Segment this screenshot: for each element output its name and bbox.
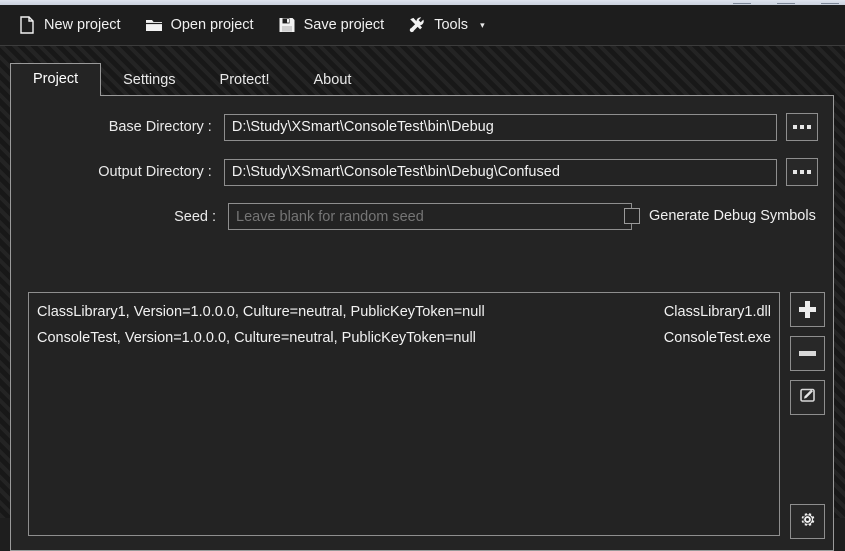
generate-debug-symbols-label: Generate Debug Symbols — [649, 208, 816, 224]
new-file-icon — [18, 16, 36, 34]
assembly-list[interactable]: ClassLibrary1, Version=1.0.0.0, Culture=… — [28, 292, 780, 536]
output-directory-input[interactable] — [223, 158, 777, 186]
open-project-label: Open project — [170, 17, 254, 33]
base-directory-row: Base Directory : — [28, 113, 818, 141]
new-project-label: New project — [44, 17, 121, 33]
open-folder-icon — [145, 16, 163, 34]
assembly-list-actions — [790, 292, 825, 424]
assembly-file: ConsoleTest.exe — [663, 330, 771, 346]
tab-project-label: Project — [33, 71, 79, 87]
output-directory-row: Output Directory : — [28, 158, 818, 186]
save-project-label: Save project — [303, 17, 385, 33]
tab-bar: Project Settings Protect! About — [10, 63, 373, 96]
edit-pencil-icon — [799, 386, 817, 409]
remove-assembly-button[interactable] — [790, 336, 825, 371]
tab-settings[interactable]: Settings — [101, 65, 197, 96]
assembly-settings-button[interactable] — [790, 504, 825, 539]
generate-debug-symbols-row[interactable]: Generate Debug Symbols — [624, 208, 816, 224]
main-toolbar: New project Open project Save project To… — [0, 5, 845, 46]
table-row[interactable]: ConsoleTest, Version=1.0.0.0, Culture=ne… — [29, 325, 779, 351]
assembly-name: ClassLibrary1, Version=1.0.0.0, Culture=… — [37, 304, 485, 320]
tab-protect-label: Protect! — [219, 72, 270, 88]
output-directory-label: Output Directory : — [98, 164, 212, 180]
tab-about-label: About — [313, 72, 352, 88]
tab-project[interactable]: Project — [10, 63, 102, 96]
new-project-button[interactable]: New project — [8, 10, 131, 40]
seed-row: Seed : — [28, 203, 632, 230]
tab-about[interactable]: About — [292, 65, 374, 96]
application-window: New project Open project Save project To… — [0, 0, 845, 551]
output-directory-browse-button[interactable] — [785, 158, 818, 186]
assembly-file: ClassLibrary1.dll — [663, 304, 771, 320]
ellipsis-icon — [792, 125, 811, 129]
project-tab-panel: Base Directory : Output Directory : Seed… — [10, 95, 834, 551]
base-directory-browse-button[interactable] — [785, 113, 818, 141]
tools-wrench-icon — [408, 16, 426, 34]
ellipsis-icon — [792, 170, 811, 174]
minus-icon — [799, 351, 816, 356]
seed-label: Seed : — [174, 208, 216, 225]
tab-strip-background: Project Settings Protect! About Base Dir… — [0, 46, 845, 551]
chevron-down-icon: ▾ — [480, 19, 485, 30]
tools-menu-button[interactable]: Tools ▾ — [398, 10, 494, 40]
base-directory-label: Base Directory : — [108, 119, 212, 135]
assembly-name: ConsoleTest, Version=1.0.0.0, Culture=ne… — [37, 330, 476, 346]
floppy-disk-icon — [278, 16, 296, 34]
gear-icon — [798, 510, 817, 534]
table-row[interactable]: ClassLibrary1, Version=1.0.0.0, Culture=… — [29, 299, 779, 325]
seed-input[interactable] — [228, 203, 632, 230]
open-project-button[interactable]: Open project — [135, 10, 264, 40]
generate-debug-symbols-checkbox[interactable] — [624, 208, 640, 224]
add-assembly-button[interactable] — [790, 292, 825, 327]
tab-protect[interactable]: Protect! — [198, 65, 292, 96]
base-directory-input[interactable] — [223, 113, 777, 141]
tools-menu-label: Tools — [434, 17, 469, 33]
save-project-button[interactable]: Save project — [268, 10, 395, 40]
edit-assembly-button[interactable] — [790, 380, 825, 415]
tab-settings-label: Settings — [123, 72, 176, 88]
plus-icon — [799, 301, 816, 318]
